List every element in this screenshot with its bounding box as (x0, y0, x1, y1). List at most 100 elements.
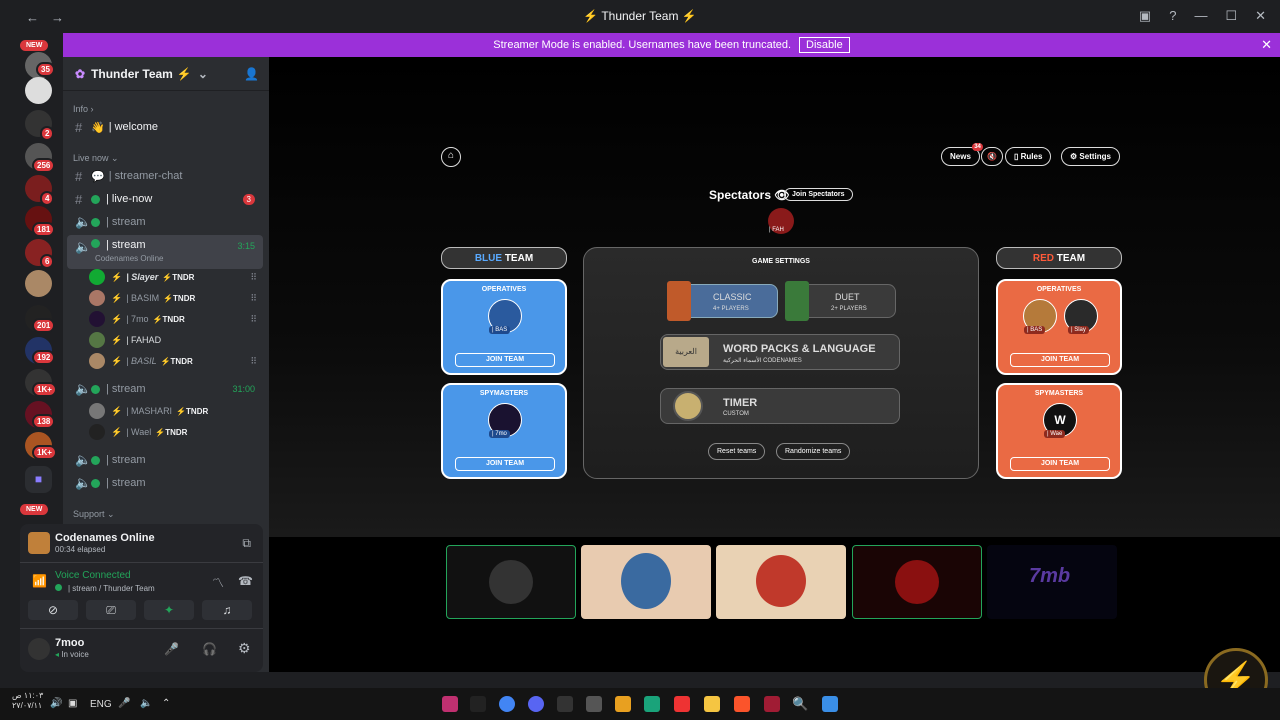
maximize-icon[interactable]: ☐ (1225, 8, 1237, 24)
voice-user[interactable]: ⚡ | BASIL ⚡TNDR ⠿ (89, 351, 263, 371)
lightning-icon: ⚡ (111, 313, 123, 324)
news-badge: 34 (972, 143, 983, 151)
drag-handle-icon[interactable]: ⠿ (250, 356, 257, 367)
disable-button[interactable]: Disable (799, 37, 850, 53)
voice-user[interactable]: ⚡ | MASHARI ⚡TNDR (89, 401, 263, 421)
microphone-icon[interactable]: 🎤 (118, 698, 130, 709)
avatar[interactable] (28, 638, 50, 660)
participant-tile[interactable]: 7mb (987, 545, 1117, 619)
settings-gear-icon[interactable]: ⚙ (238, 640, 251, 657)
brave-icon[interactable] (734, 696, 750, 712)
classic-option[interactable]: CLASSIC 4+ PLAYERS (667, 281, 778, 321)
category-live[interactable]: Live now ⌄ (73, 153, 119, 164)
channel-voice-active[interactable]: 🔈 | stream 3:15 Codenames Online (67, 235, 263, 269)
participant-tile[interactable] (852, 545, 982, 619)
drag-handle-icon[interactable]: ⠿ (250, 293, 257, 304)
activities-button[interactable]: ✦ (144, 600, 194, 620)
chrome-icon[interactable] (499, 696, 515, 712)
join-spectators-button[interactable]: Join Spectators (784, 188, 853, 201)
app-icon[interactable] (615, 696, 631, 712)
chevron-up-icon[interactable]: ⌃ (162, 698, 170, 709)
drag-handle-icon[interactable]: ⠿ (250, 314, 257, 325)
app-icon[interactable] (644, 696, 660, 712)
join-team-button[interactable]: JOIN TEAM (455, 353, 555, 367)
server-header[interactable]: ✿ Thunder Team ⚡ ⌄ 👤 (63, 57, 269, 91)
search-icon[interactable]: 🔍 (792, 696, 808, 712)
volume-icon[interactable]: 🔊 (50, 698, 62, 709)
soundboard-button[interactable]: ♫ (202, 600, 252, 620)
new-pill[interactable]: NEW (20, 40, 49, 51)
home-icon[interactable]: ⌂ (441, 147, 461, 167)
screenshare-button[interactable]: ⎚ (86, 600, 136, 620)
app-icon[interactable] (764, 696, 780, 712)
disconnect-icon[interactable]: ☎ (238, 574, 253, 588)
noise-suppression-icon[interactable]: 〽 (212, 574, 224, 591)
new-pill[interactable]: NEW (20, 504, 49, 515)
close-icon[interactable]: ✕ (1261, 37, 1272, 53)
voice-user[interactable]: ⚡ | BASIM ⚡TNDR ⠿ (89, 288, 263, 308)
network-icon[interactable]: ▣ (68, 698, 77, 709)
timer-option[interactable]: TIMER CUSTOM (660, 388, 900, 424)
activity-popout-icon[interactable]: ⧉ (242, 536, 251, 551)
status-dot (91, 217, 100, 227)
mute-icon[interactable]: 🔇 (981, 147, 1003, 166)
voice-user[interactable]: ⚡ | Wael ⚡TNDR (89, 422, 263, 442)
voice-user[interactable]: ⚡ | 7mo ⚡TNDR ⠿ (89, 309, 263, 329)
server-icon[interactable] (25, 77, 52, 104)
settings-button[interactable]: ⚙ Settings (1061, 147, 1120, 166)
news-button[interactable]: News 34 (941, 143, 983, 166)
voice-user[interactable]: ⚡ | Slayer ⚡TNDR ⠿ (89, 267, 263, 287)
join-team-button[interactable]: JOIN TEAM (1010, 457, 1110, 471)
channel-streamer-chat[interactable]: # 💬 | streamer-chat (67, 166, 263, 186)
participant-tile[interactable] (716, 545, 846, 619)
join-team-button[interactable]: JOIN TEAM (455, 457, 555, 471)
camera-button[interactable]: ⊘ (28, 600, 78, 620)
banner-text: Streamer Mode is enabled. Usernames have… (493, 39, 792, 51)
duet-option[interactable]: DUET 2+ PLAYERS (785, 281, 896, 321)
help-icon[interactable]: ? (1169, 8, 1176, 24)
word-packs-option[interactable]: العربية WORD PACKS & LANGUAGE الأسماء ال… (660, 334, 900, 370)
channel-voice[interactable]: 🔈 | stream (67, 212, 263, 232)
voice-user[interactable]: ⚡ | FAHAD (89, 330, 263, 350)
discord-icon[interactable] (528, 696, 544, 712)
app-icon[interactable] (674, 696, 690, 712)
screen-share-icon[interactable]: ▣ (1139, 8, 1151, 24)
channel-voice[interactable]: 🔈 | stream 31:00 (67, 379, 263, 399)
microphone-icon[interactable]: 🎤 (164, 642, 179, 656)
channel-welcome[interactable]: # 👋 | welcome (67, 117, 263, 137)
drag-handle-icon[interactable]: ⠿ (250, 272, 257, 283)
minimize-icon[interactable]: — (1194, 8, 1207, 24)
add-member-icon[interactable]: 👤 (244, 67, 259, 81)
user-status: ◂ In voice (55, 650, 89, 659)
category-info[interactable]: Info › (73, 104, 94, 114)
reset-teams-button[interactable]: Reset teams (708, 443, 766, 460)
speaker-icon[interactable]: 🔈 (140, 698, 152, 709)
channel-live-now[interactable]: # | live-now 3 (67, 189, 263, 209)
terminal-icon[interactable] (557, 696, 573, 712)
close-icon[interactable]: ✕ (1255, 8, 1266, 24)
clock[interactable]: ١١:٠٣ ص ٢٧/٠٧/١١ (12, 691, 43, 711)
category-support[interactable]: Support ⌄ (73, 509, 115, 520)
folder-icon[interactable] (704, 696, 720, 712)
tag-label: TNDR (172, 272, 195, 282)
app-icon[interactable] (586, 696, 602, 712)
headphones-icon[interactable]: 🎧 (202, 642, 217, 656)
signal-icon[interactable]: 📶 (32, 574, 47, 588)
windows-start-icon[interactable] (822, 696, 838, 712)
voice-channel[interactable]: | stream / Thunder Team (55, 584, 155, 593)
language-indicator[interactable]: ENG (90, 699, 112, 710)
channel-voice[interactable]: 🔈 | stream (67, 473, 263, 493)
join-team-button[interactable]: JOIN TEAM (1010, 353, 1110, 367)
channel-label: | stream (106, 216, 146, 228)
participant-tile[interactable] (446, 545, 576, 619)
channel-voice[interactable]: 🔈 | stream (67, 450, 263, 470)
app-icon[interactable] (442, 696, 458, 712)
player-name: | Slay (1068, 326, 1089, 334)
rules-button[interactable]: ▯ Rules (1005, 147, 1052, 166)
participant-tile[interactable] (581, 545, 711, 619)
folder-icon[interactable]: ■ (25, 466, 52, 493)
randomize-teams-button[interactable]: Randomize teams (776, 443, 851, 460)
tag-label: TNDR (173, 293, 196, 303)
app-icon[interactable] (470, 696, 486, 712)
server-icon[interactable] (25, 270, 52, 297)
